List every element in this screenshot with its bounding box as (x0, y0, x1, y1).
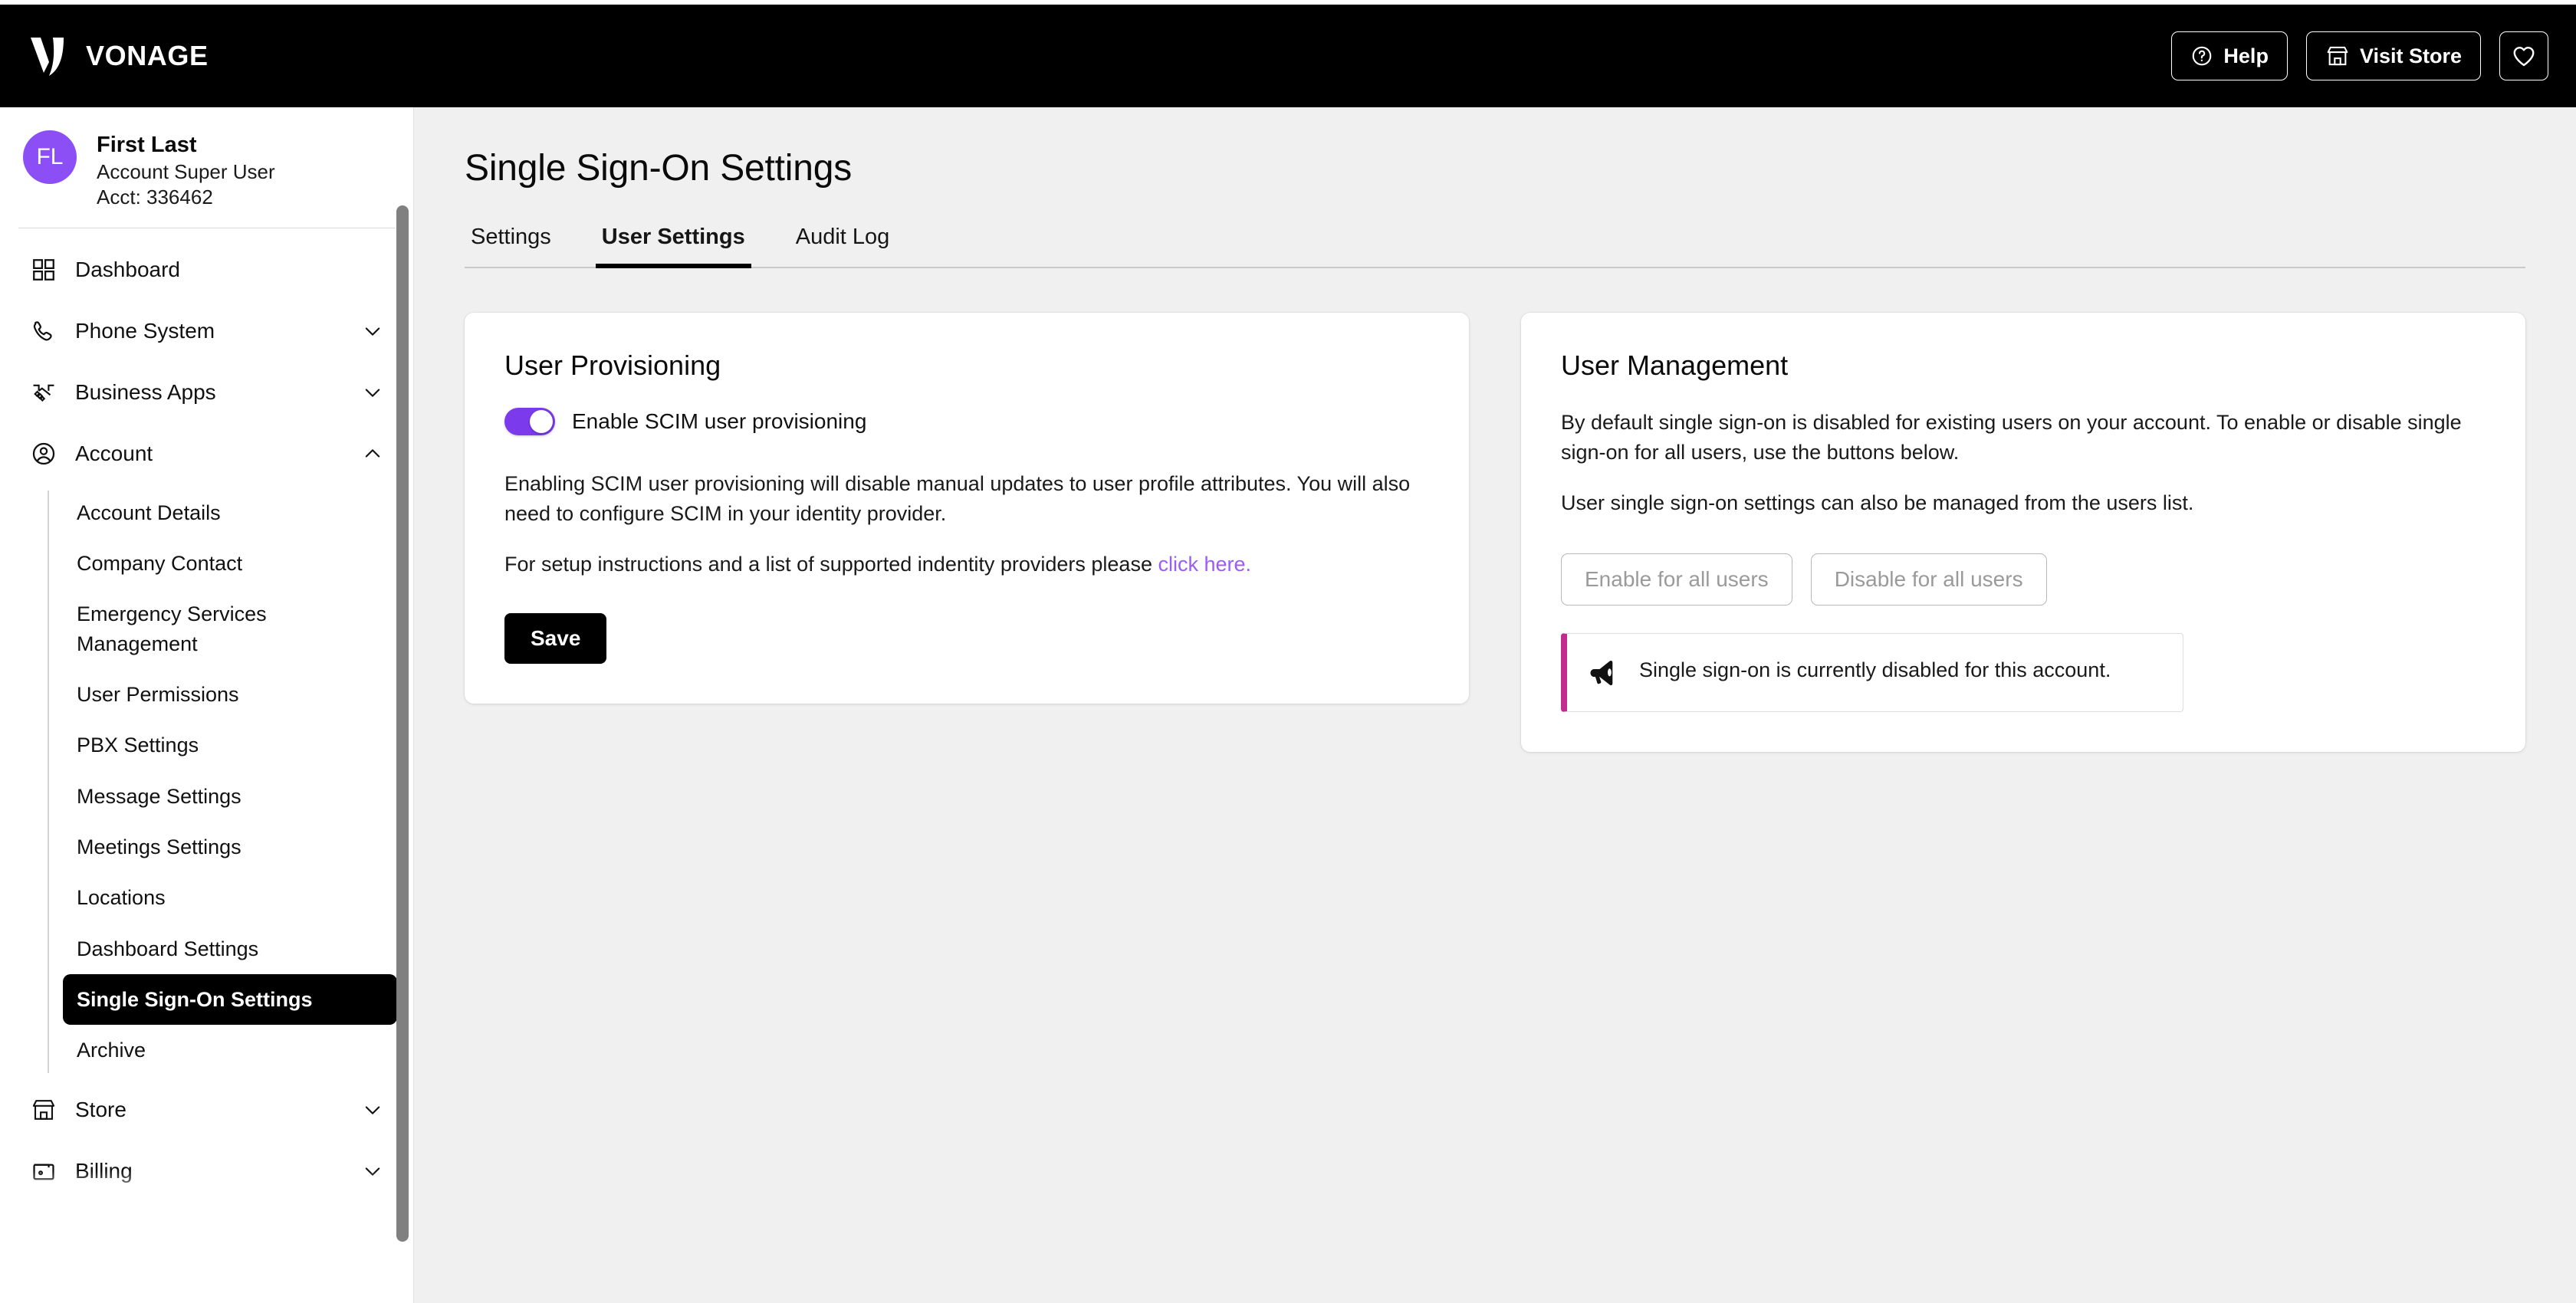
sidebar-item-dashboard[interactable]: Dashboard (17, 239, 397, 300)
scim-toggle-row: Enable SCIM user provisioning (504, 408, 1429, 435)
account-submenu: Account Details Company Contact Emergenc… (0, 487, 413, 1076)
top-bar: VONAGE Help Visit Store (0, 5, 2576, 107)
sidebar-item-phone-system[interactable]: Phone System (17, 300, 397, 362)
management-description-1: By default single sign-on is disabled fo… (1561, 411, 2462, 464)
enable-for-all-users-button[interactable]: Enable for all users (1561, 553, 1792, 606)
sidebar-nav: Dashboard Phone System Business Apps Acc… (0, 228, 413, 1202)
chevron-down-icon[interactable] (362, 382, 383, 403)
management-buttons: Enable for all users Disable for all use… (1561, 553, 2486, 606)
user-circle-icon (31, 441, 64, 467)
avatar: FL (23, 130, 77, 184)
sidebar-item-label: Store (75, 1097, 127, 1121)
sidebar-item-archive[interactable]: Archive (63, 1025, 397, 1075)
provisioning-description: Enabling SCIM user provisioning will dis… (504, 472, 1411, 526)
disable-for-all-users-button[interactable]: Disable for all users (1810, 553, 2047, 606)
management-description-2: User single sign-on settings can also be… (1561, 491, 2194, 514)
sidebar-item-single-sign-on-settings[interactable]: Single Sign-On Settings (63, 974, 397, 1026)
provisioning-setup-line: For setup instructions and a list of sup… (504, 550, 1429, 579)
scim-toggle-label: Enable SCIM user provisioning (572, 409, 867, 433)
tab-bar: Settings User Settings Audit Log (465, 225, 2525, 268)
click-here-link[interactable]: click here. (1158, 553, 1251, 576)
profile-account-number: Acct: 336462 (97, 185, 213, 209)
user-profile[interactable]: FL First Last Account Super User Acct: 3… (0, 107, 413, 211)
tab-audit-log[interactable]: Audit Log (790, 225, 896, 267)
phone-icon (31, 318, 64, 344)
toggle-knob (530, 410, 553, 433)
megaphone-icon (1587, 658, 1619, 690)
chevron-down-icon[interactable] (362, 1099, 383, 1121)
scim-toggle[interactable] (504, 408, 555, 435)
sidebar-item-store[interactable]: Store (17, 1079, 397, 1141)
sidebar-item-message-settings[interactable]: Message Settings (63, 771, 397, 822)
main-content: Single Sign-On Settings Settings User Se… (414, 107, 2576, 1303)
visit-store-button[interactable]: Visit Store (2305, 31, 2481, 80)
sidebar-item-company-contact[interactable]: Company Contact (63, 538, 397, 589)
store-icon (31, 1098, 64, 1122)
sidebar-item-account-details[interactable]: Account Details (63, 487, 397, 538)
sidebar-item-emergency-services-management[interactable]: Emergency Services Management (63, 589, 397, 669)
question-circle-icon (2190, 44, 2213, 67)
brand-wordmark: VONAGE (86, 40, 209, 71)
save-button[interactable]: Save (504, 613, 607, 665)
sidebar-item-account[interactable]: Account (17, 423, 397, 484)
chevron-down-icon[interactable] (362, 320, 383, 342)
help-button[interactable]: Help (2171, 31, 2288, 80)
sidebar-item-pbx-settings[interactable]: PBX Settings (63, 720, 397, 770)
wallet-icon (31, 1158, 64, 1184)
tab-settings[interactable]: Settings (465, 225, 557, 267)
sso-status-alert-text: Single sign-on is currently disabled for… (1639, 658, 2111, 682)
favorites-button[interactable] (2499, 31, 2548, 80)
provisioning-setup-prefix: For setup instructions and a list of sup… (504, 552, 1158, 576)
sso-status-alert: Single sign-on is currently disabled for… (1561, 633, 2183, 713)
sidebar-item-dashboard-settings[interactable]: Dashboard Settings (63, 924, 397, 974)
sidebar-item-locations[interactable]: Locations (63, 872, 397, 923)
sidebar-item-meetings-settings[interactable]: Meetings Settings (63, 822, 397, 872)
user-provisioning-title: User Provisioning (504, 350, 721, 381)
profile-role: Account Super User (97, 160, 275, 184)
sidebar-item-label: Business Apps (75, 379, 216, 404)
sidebar-item-label: Phone System (75, 318, 215, 343)
sidebar-item-label: Account (75, 441, 153, 465)
sidebar-item-label: Billing (75, 1158, 133, 1183)
sidebar-item-label: Dashboard (75, 257, 180, 281)
topbar-actions: Help Visit Store (2171, 31, 2548, 80)
sidebar-scrollbar[interactable] (396, 107, 409, 1303)
sidebar-item-business-apps[interactable]: Business Apps (17, 362, 397, 423)
sidebar-item-user-permissions[interactable]: User Permissions (63, 669, 397, 720)
visit-store-button-label: Visit Store (2359, 44, 2462, 67)
store-icon (2325, 44, 2350, 67)
user-provisioning-card: User Provisioning Enable SCIM user provi… (465, 313, 1469, 704)
help-button-label: Help (2223, 44, 2269, 67)
sidebar: FL First Last Account Super User Acct: 3… (0, 107, 414, 1303)
vonage-v-icon (28, 34, 69, 77)
sidebar-scrollbar-thumb[interactable] (396, 205, 409, 1242)
sidebar-item-billing[interactable]: Billing (17, 1141, 397, 1202)
grid-icon (31, 257, 64, 283)
heart-icon (2512, 44, 2536, 67)
brand-logo[interactable]: VONAGE (28, 34, 209, 77)
user-management-title: User Management (1561, 350, 1789, 381)
chevron-up-icon[interactable] (362, 443, 383, 464)
tab-user-settings[interactable]: User Settings (595, 225, 751, 268)
chevron-down-icon[interactable] (362, 1160, 383, 1182)
handshake-icon (31, 379, 64, 405)
page-title: Single Sign-On Settings (465, 148, 853, 189)
user-management-card: User Management By default single sign-o… (1521, 313, 2525, 753)
profile-name: First Last (97, 133, 197, 157)
cards-container: User Provisioning Enable SCIM user provi… (465, 313, 2525, 753)
